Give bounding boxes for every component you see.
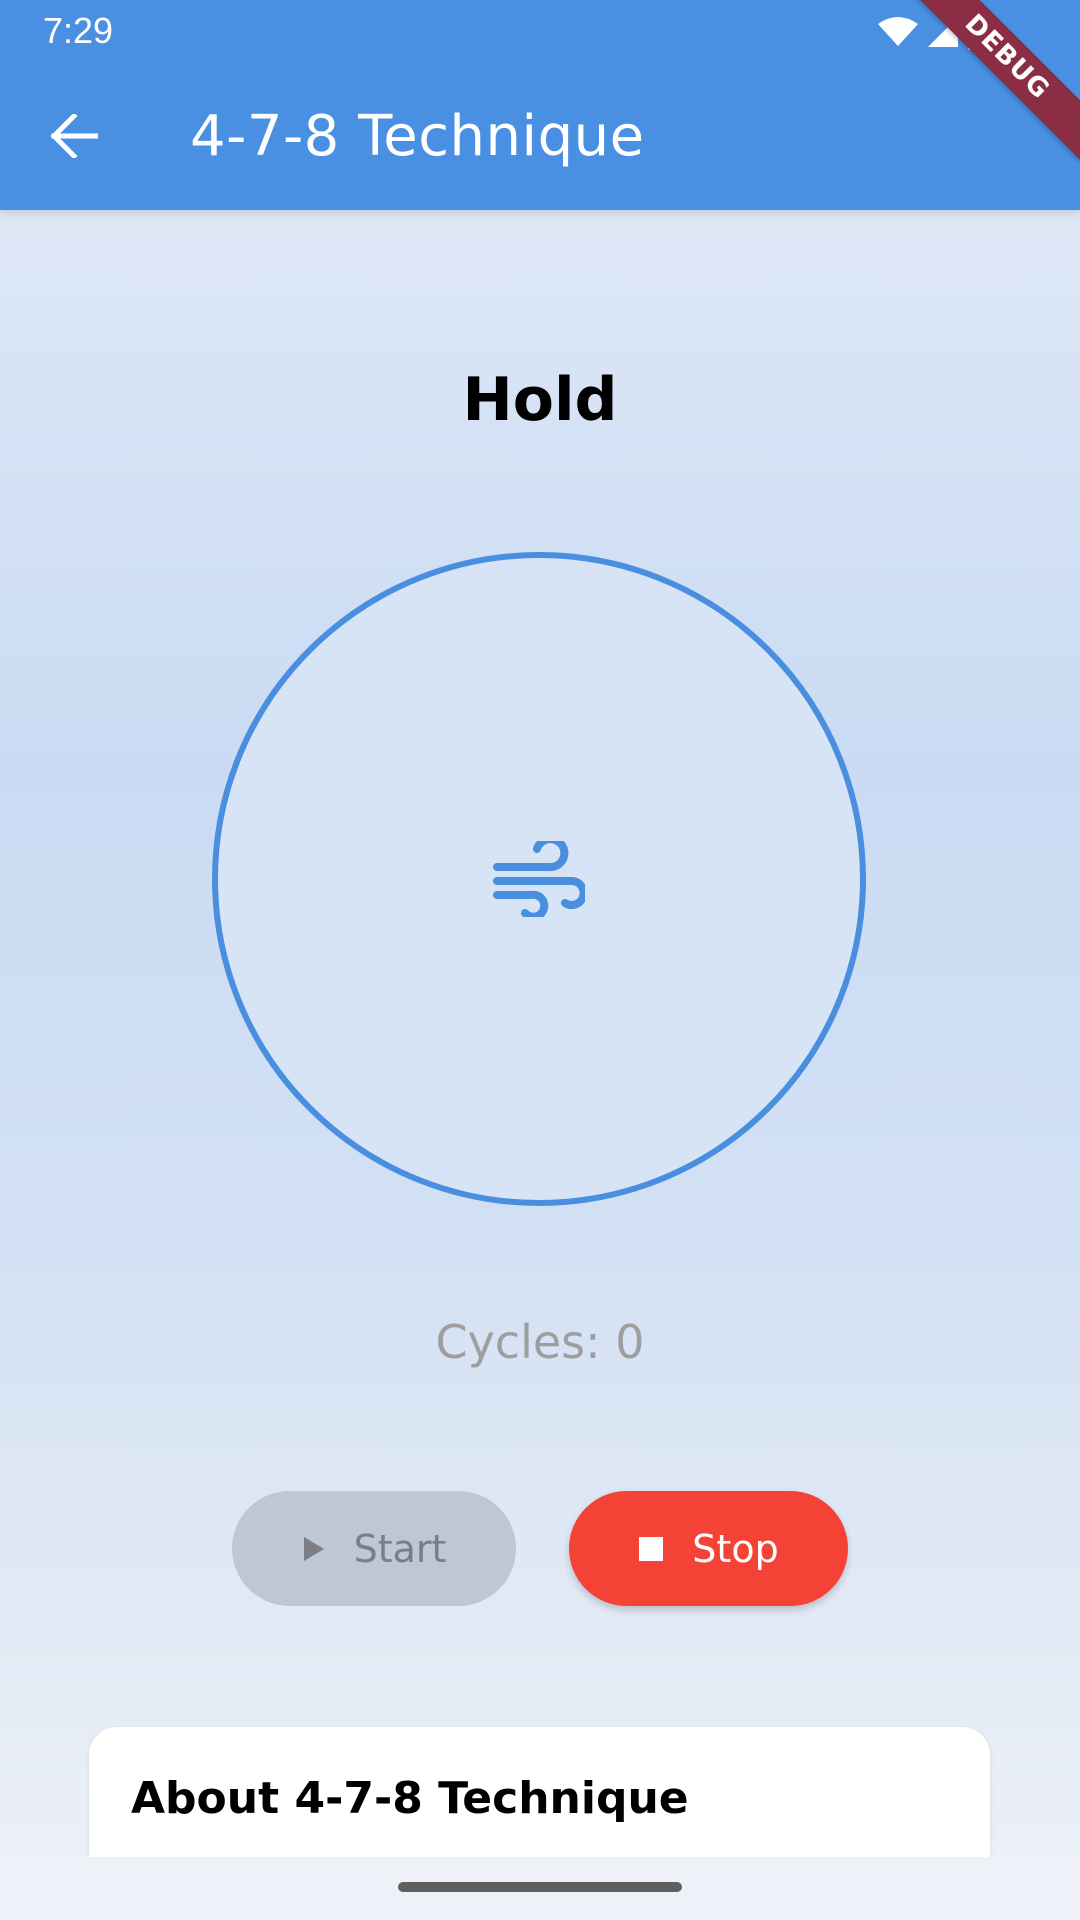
stop-icon — [639, 1536, 664, 1561]
breathing-screen: 7:29 4-7-8 Technique DEBUG Hold Cycles: … — [0, 0, 1080, 1920]
about-card-title: About 4-7-8 Technique — [131, 1773, 689, 1824]
start-button[interactable]: Start — [232, 1491, 516, 1606]
play-icon — [303, 1536, 324, 1561]
app-bar: 7:29 4-7-8 Technique DEBUG — [0, 0, 1080, 210]
status-time: 7:29 — [43, 10, 114, 51]
breathing-circle — [212, 552, 866, 1206]
back-button[interactable] — [30, 100, 118, 172]
home-indicator[interactable] — [398, 1882, 682, 1892]
stop-button-label: Stop — [692, 1526, 779, 1571]
cycles-counter: Cycles: 0 — [435, 1315, 645, 1369]
arrow-left-icon — [50, 114, 98, 158]
wind-icon — [493, 841, 585, 917]
page-title: 4-7-8 Technique — [190, 103, 645, 169]
start-button-label: Start — [353, 1526, 447, 1571]
phase-label: Hold — [462, 365, 618, 435]
stop-button[interactable]: Stop — [569, 1491, 848, 1606]
wifi-icon — [878, 17, 918, 46]
